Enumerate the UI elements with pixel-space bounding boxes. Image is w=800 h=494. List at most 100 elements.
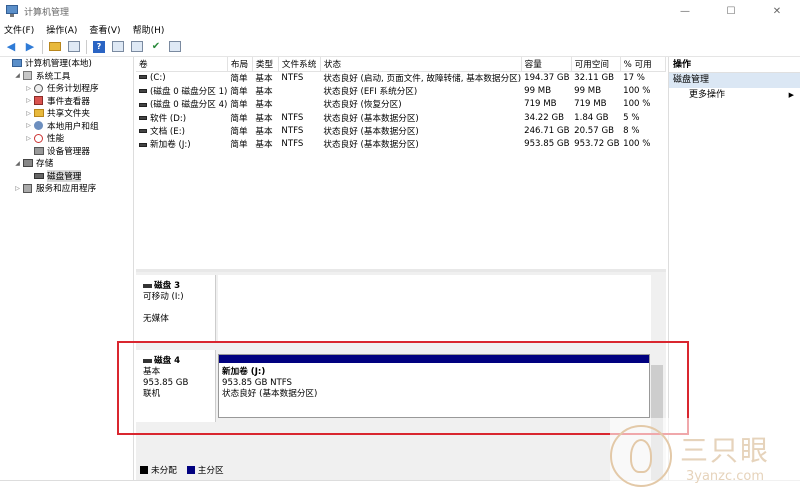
toolbar-separator: [42, 39, 43, 54]
table-row[interactable]: (C:) 简单 基本 NTFS 状态良好 (启动, 页面文件, 故障转储, 基本数据分区…: [136, 71, 666, 84]
table-cell: 246.71 GB: [524, 125, 570, 136]
menu-view[interactable]: 查看(V): [89, 23, 120, 36]
table-cell: NTFS: [281, 72, 304, 83]
expand-toggle-icon[interactable]: ▷: [13, 185, 22, 192]
table-cell: 100 %: [623, 139, 651, 150]
tree-item-label: 性能: [47, 134, 65, 145]
table-cell: 953.72 GB: [574, 139, 620, 150]
help-icon[interactable]: ?: [92, 40, 106, 54]
volume-name-cell: (磁盘 0 磁盘分区 1): [136, 84, 227, 97]
console-tree: 计算机管理(本地) ◢ 系统工具 ▷ 任务计划程序 ▷ 事件查看器 ▷ 共享文件夹 ▷ 本地用户和组…: [0, 57, 134, 494]
expand-toggle-icon[interactable]: ◢: [13, 160, 22, 167]
table-cell: 基本: [255, 73, 273, 84]
disk-management-icon: [33, 171, 44, 181]
expand-toggle-icon[interactable]: ▷: [24, 110, 33, 117]
check-icon[interactable]: ✔: [149, 40, 163, 54]
column-header[interactable]: 卷: [136, 57, 228, 72]
tree-item[interactable]: ▷ 任务计划程序: [0, 82, 133, 95]
table-cell: 基本: [255, 113, 273, 124]
expand-toggle-icon[interactable]: ◢: [13, 72, 22, 79]
maximize-button[interactable]: ☐: [708, 0, 754, 22]
table-cell: 基本: [255, 100, 273, 111]
table-row[interactable]: 文档 (E:) 简单 基本 NTFS 状态良好 (基本数据分区) 246.71 GB 20.…: [136, 124, 666, 137]
primary-partition-swatch: [186, 465, 195, 474]
highlight-annotation-box: [117, 341, 689, 435]
storage-icon: [22, 158, 33, 168]
tree-item[interactable]: ▷ 事件查看器: [0, 95, 133, 108]
disk-3-label[interactable]: 磁盘 3 可移动 (I:) 无媒体: [136, 275, 216, 341]
volume-name: (磁盘 0 磁盘分区 4): [150, 100, 228, 111]
volume-name: (C:): [150, 72, 166, 83]
table-row[interactable]: 软件 (D:) 简单 基本 NTFS 状态良好 (基本数据分区) 34.22 GB 1.84…: [136, 111, 666, 124]
column-header[interactable]: 容量: [521, 57, 572, 72]
expand-toggle-icon[interactable]: ▷: [24, 85, 33, 92]
forward-arrow-icon[interactable]: ▶: [23, 40, 37, 54]
table-cell: 状态良好 (基本数据分区): [323, 126, 419, 137]
back-arrow-icon[interactable]: ◀: [4, 40, 18, 54]
table-row[interactable]: (磁盘 0 磁盘分区 1) 简单 基本 状态良好 (EFI 系统分区) 99 MB 99 …: [136, 84, 666, 97]
toolbar: ◀ ▶ ? ✔: [0, 37, 800, 57]
more-actions[interactable]: 更多操作 ▶: [669, 88, 800, 103]
table-cell: NTFS: [281, 112, 304, 123]
column-header[interactable]: 布局: [227, 57, 253, 72]
table-row[interactable]: 新加卷 (J:) 简单 基本 NTFS 状态良好 (基本数据分区) 953.85 GB 95…: [136, 137, 666, 150]
tree-item[interactable]: ◢ 存储: [0, 157, 133, 170]
table-cell: 5 %: [623, 112, 640, 123]
tree-item[interactable]: 磁盘管理: [0, 169, 133, 183]
shared-folders-icon: [33, 108, 44, 118]
legend-unallocated: 未分配: [151, 465, 177, 476]
properties-icon[interactable]: [111, 40, 125, 54]
more-actions-label: 更多操作: [689, 90, 726, 100]
menu-action[interactable]: 操作(A): [46, 23, 77, 36]
tree-item[interactable]: 设备管理器: [0, 145, 133, 158]
tree-item[interactable]: ▷ 性能: [0, 132, 133, 145]
volume-name-cell: (磁盘 0 磁盘分区 4): [136, 98, 227, 111]
table-row[interactable]: (磁盘 0 磁盘分区 4) 简单 基本 状态良好 (恢复分区) 719 MB 719 MB…: [136, 98, 666, 111]
table-cell: 状态良好 (基本数据分区): [323, 113, 419, 124]
column-header[interactable]: 可用空间: [571, 57, 621, 72]
column-header[interactable]: 状态: [320, 57, 522, 72]
actions-header: 操作: [669, 57, 800, 73]
table-cell: 简单: [230, 100, 248, 111]
toolbar-separator: [86, 39, 87, 54]
actions-section-disk-management[interactable]: 磁盘管理: [669, 73, 800, 88]
tree-item-label: 共享文件夹: [47, 109, 90, 120]
menu-file[interactable]: 文件(F): [4, 23, 34, 36]
tree-item-label: 计算机管理(本地): [25, 59, 92, 70]
unallocated-swatch: [140, 465, 148, 474]
table-cell: 简单: [230, 113, 248, 124]
connect-icon[interactable]: [130, 40, 144, 54]
tree-item[interactable]: ▷ 本地用户和组: [0, 120, 133, 133]
column-header[interactable]: % 可用: [620, 57, 666, 72]
volume-name: (磁盘 0 磁盘分区 1): [150, 86, 228, 97]
column-header[interactable]: 文件系统: [278, 57, 321, 72]
table-cell: 状态良好 (EFI 系统分区): [323, 86, 418, 97]
up-folder-icon[interactable]: [48, 40, 62, 54]
tree-item-label: 磁盘管理: [47, 169, 82, 182]
table-cell: 100 %: [623, 99, 651, 110]
menu-help[interactable]: 帮助(H): [133, 23, 165, 36]
minimize-button[interactable]: —: [662, 0, 708, 22]
computer-management-icon: [11, 58, 22, 68]
table-cell: 状态良好 (恢复分区): [323, 100, 402, 111]
volume-name: 软件 (D:): [150, 113, 187, 124]
volume-icon: [139, 89, 147, 94]
expand-toggle-icon[interactable]: ▷: [24, 97, 33, 104]
disk-3-media: 无媒体: [143, 314, 169, 324]
list-view-icon[interactable]: [168, 40, 182, 54]
tree-item[interactable]: ▷ 服务和应用程序: [0, 182, 133, 195]
expand-toggle-icon[interactable]: ▷: [24, 122, 33, 129]
expand-toggle-icon[interactable]: ▷: [24, 135, 33, 142]
table-cell: 100 %: [623, 85, 651, 96]
local-users-icon: [33, 121, 44, 131]
table-cell: 719 MB: [574, 99, 607, 110]
close-button[interactable]: ✕: [754, 0, 800, 22]
services-apps-icon: [22, 183, 33, 193]
column-header[interactable]: 类型: [252, 57, 279, 72]
tree-item[interactable]: 计算机管理(本地): [0, 57, 133, 70]
tree-item[interactable]: ◢ 系统工具: [0, 70, 133, 83]
table-cell: 简单: [230, 140, 248, 151]
show-hide-console-tree-icon[interactable]: [67, 40, 81, 54]
volume-table: 卷布局 类型 文件系统 状态 容量 可用空间% 可用 (C:) 简单 基本 NTFS 状态良好 (…: [136, 57, 666, 151]
tree-item[interactable]: ▷ 共享文件夹: [0, 107, 133, 120]
